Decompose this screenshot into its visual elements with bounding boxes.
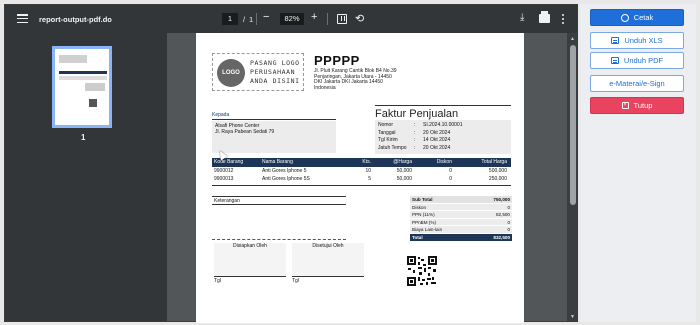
summary-row: Biaya Lain-lain 0	[410, 226, 512, 234]
summary-row: Diskon 0	[410, 203, 512, 212]
logo-text: PASANG LOGO PERUSAHAAN ANDA DISINI	[250, 59, 300, 85]
download-icon[interactable]: ⤓	[520, 12, 524, 23]
company-name: PPPPP	[314, 53, 360, 68]
globe-icon	[620, 13, 629, 22]
invoice-meta-row: Jatuh Tempo:20 Okt 2024	[378, 144, 451, 151]
download-pdf-button[interactable]: Unduh PDF	[590, 52, 684, 69]
summary-row: PPN (11%) 82,500	[410, 211, 512, 219]
thumbnail-page-number: 1	[81, 133, 86, 142]
download-xls-button[interactable]: Unduh XLS	[590, 32, 684, 49]
thumbnail-sidebar: 1	[5, 33, 167, 321]
zoom-in-button[interactable]: +	[311, 11, 317, 23]
invoice-page: LOGO PASANG LOGO PERUSAHAAN ANDA DISINI …	[196, 33, 524, 323]
summary-row: Sub Total 750,000	[410, 196, 512, 204]
summary-row: PPnBM (%) 0	[410, 218, 512, 227]
more-options-icon[interactable]	[562, 14, 564, 24]
page-thumbnail[interactable]	[52, 46, 112, 128]
download-pdf-label: Unduh PDF	[623, 56, 664, 65]
close-icon: ×	[621, 102, 629, 109]
print-button[interactable]: Cetak	[590, 9, 684, 26]
close-button-label: Tutup	[633, 101, 653, 110]
notes-divider	[212, 239, 346, 240]
company-address: Jl. Pluit Karang Cantik Blok B4 No.39 Pe…	[314, 68, 397, 91]
download-xls-label: Unduh XLS	[624, 36, 663, 45]
notes-label: Keterangan	[212, 196, 346, 205]
report-window: report-output-pdf.do 1 / 1 − 82% + ⟲ ⤓ 1…	[0, 0, 700, 325]
menu-icon[interactable]	[17, 14, 28, 23]
page-separator: /	[243, 15, 246, 24]
recipient-label: Kepada	[212, 112, 336, 120]
scrollbar-thumb[interactable]	[570, 45, 576, 205]
prepared-by-box: Disiapkan Oleh	[214, 243, 286, 277]
fit-page-icon[interactable]	[337, 14, 347, 24]
scroll-down-arrow-icon[interactable]: ▼	[570, 314, 575, 320]
approved-by-box: Disetujui Oleh	[292, 243, 364, 277]
approved-date-label: Tgl	[292, 276, 364, 284]
table-row: 9900012 Anti Gores Iphone 5 10 50,000 0 …	[214, 168, 507, 174]
rotate-icon[interactable]: ⟲	[355, 12, 364, 25]
table-bottom-rule	[212, 185, 511, 186]
invoice-title: Faktur Penjualan	[375, 105, 511, 120]
toolbar-divider	[256, 13, 257, 25]
print-button-label: Cetak	[633, 13, 654, 22]
document-title: report-output-pdf.do	[39, 15, 112, 24]
items-table: Kode Barang Nama Barang Kts. @Harga Disk…	[212, 158, 511, 186]
summary-table: Sub Total 750,000 Diskon 0 PPN (11%) 82,500…	[410, 196, 512, 242]
invoice-meta-row: Tgl Kirim:14 Okt 2024	[378, 137, 451, 143]
toolbar-divider	[327, 13, 328, 25]
e-materai-button[interactable]: e-Materai/e-Sign	[590, 75, 684, 92]
table-row: 9900013 Anti Gores Iphone 5S 5 50,000 0 …	[214, 176, 507, 182]
scroll-up-arrow-icon[interactable]: ▲	[570, 36, 575, 42]
zoom-out-button[interactable]: −	[263, 11, 269, 23]
document-icon	[611, 37, 620, 44]
close-button[interactable]: × Tutup	[590, 97, 684, 114]
print-icon[interactable]	[539, 11, 550, 23]
current-page-input[interactable]: 1	[222, 13, 238, 25]
invoice-meta: Nomor: SI.2024.10.00001 Tanggal:20 Okt 20…	[375, 120, 511, 154]
summary-total-row: Total 832,500	[410, 233, 512, 242]
invoice-meta-row: Tanggal:20 Okt 2024	[378, 129, 451, 136]
invoice-meta-row: Nomor: SI.2024.10.00001	[378, 122, 463, 128]
items-table-header: Kode Barang Nama Barang Kts. @Harga Disk…	[212, 158, 511, 167]
e-materai-label: e-Materai/e-Sign	[609, 79, 665, 88]
zoom-level-input[interactable]: 82%	[280, 13, 304, 25]
prepared-date-label: Tgl	[214, 276, 286, 284]
recipient-box: Alsafi Phone Center Jl. Raya Pabean Seda…	[212, 121, 336, 153]
logo-placeholder: LOGO PASANG LOGO PERUSAHAAN ANDA DISINI	[212, 53, 304, 91]
action-panel: Cetak Unduh XLS Unduh PDF e-Materai/e-Si…	[580, 4, 696, 322]
pdf-toolbar: report-output-pdf.do 1 / 1 − 82% + ⟲ ⤓	[5, 5, 577, 33]
document-icon	[610, 57, 619, 64]
qr-code-icon	[406, 255, 438, 287]
logo-circle: LOGO	[217, 59, 245, 87]
total-pages: 1	[249, 15, 254, 24]
